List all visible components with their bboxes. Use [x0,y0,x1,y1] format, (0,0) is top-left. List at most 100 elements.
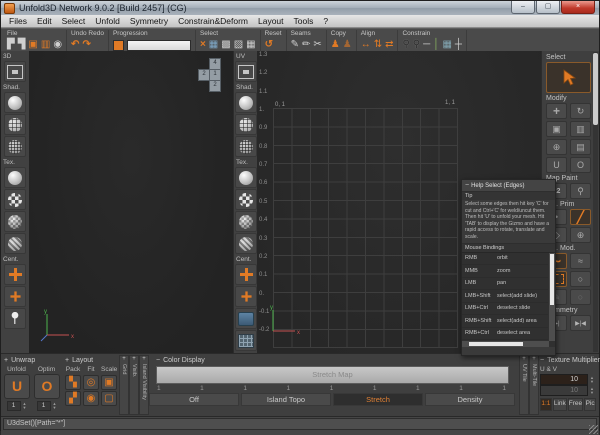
unfold-brush-icon[interactable]: U [546,157,567,173]
collapse-toggle[interactable]: − [540,357,544,364]
fit-icon[interactable]: ◎ [83,375,99,390]
align-v-icon[interactable]: ⇄ [385,39,393,51]
pins-display-icon[interactable] [4,308,26,329]
scale-down-icon[interactable]: ▢ [101,391,117,406]
close-button[interactable]: × [561,1,595,14]
constrain-horizontal-icon[interactable]: ─ [423,39,430,51]
menu-item-edit[interactable]: Edit [32,16,57,26]
reset-icon[interactable]: ↺ [265,39,273,51]
constrain-remove-icon[interactable]: ⚲ [413,39,420,51]
uv-texture-checker-sphere-icon[interactable] [235,211,257,232]
uv-3d-sync-icon[interactable] [235,308,257,329]
expand-toggle[interactable]: + [142,356,146,363]
shading-plain-icon[interactable] [4,92,26,113]
tex-mult-1-1[interactable]: 1:1 [540,398,552,411]
stepper-down-icon[interactable]: ▼ [590,380,596,384]
collapsed-panel-visib[interactable]: +Visib. [129,355,139,415]
lasso-select-icon[interactable]: ○ [570,271,591,287]
fence-constrain-icon[interactable]: ▥ [570,121,591,137]
texture-checker-icon[interactable] [4,189,26,210]
menu-item-constrain-deform[interactable]: Constrain&Deform [173,16,253,26]
expand-toggle[interactable]: + [132,356,136,363]
island-stamp-icon[interactable]: ▣ [546,121,567,137]
select-edges-icon[interactable]: ╱ [570,209,591,225]
color-mode-off[interactable]: Off [149,393,239,406]
parallel-loop-select-icon[interactable]: ≈ [570,253,591,269]
view-layout-button[interactable]: 2 [209,80,221,92]
select-keyboard-icon[interactable]: ▨ [234,39,243,51]
mirror-uv-icon[interactable]: ▶|◀ [570,315,591,331]
collapsed-panel-uv-tile[interactable]: +UV Tile [519,355,529,415]
shading-wireframe-icon[interactable] [4,114,26,135]
stop-icon[interactable] [113,40,124,51]
fit-view-icon[interactable] [4,61,26,82]
uv-shading-wireframe-icon[interactable] [235,114,257,135]
align-islands-icon[interactable]: ↔ [361,39,371,51]
undo-icon[interactable]: ↶ [71,39,79,51]
uv-center-selection-icon[interactable] [235,286,257,307]
uv-texture-none-icon[interactable] [235,167,257,188]
expand-toggle[interactable]: + [522,356,526,363]
constrain-box-icon[interactable]: ▦ [442,39,451,51]
select-tool-button[interactable] [546,62,591,93]
select-elements-icon[interactable]: ⊕ [570,227,591,243]
tex-mult-pic[interactable]: Pic [584,398,596,411]
expand-toggle[interactable]: + [4,357,8,364]
paste-uvs-icon[interactable]: ♟ [343,39,352,51]
circle-select-icon[interactable]: ○ [570,289,591,305]
stepper-arrows-icon[interactable]: ▲▼ [53,402,57,410]
expand-toggle[interactable]: + [122,356,126,363]
align-u-icon[interactable]: ⇅ [374,39,382,51]
draw-seam-icon[interactable]: ✎ [291,39,299,51]
select-all-islands-icon[interactable]: ▦ [246,39,255,51]
bindings-vertical-scrollbar[interactable] [549,253,555,341]
stretch-map-bar[interactable]: Stretch Map [156,366,509,384]
scrollbar-thumb[interactable] [593,53,598,125]
select-overlaps-icon[interactable]: ▩ [221,39,230,51]
unfold-iterations-stepper[interactable]: 1▲▼ [4,401,29,411]
erase-seam-icon[interactable]: ✏ [302,39,310,51]
collapsed-panel-multi-tile[interactable]: +Multi-Tile [529,355,539,415]
fit-alt-icon[interactable]: ◉ [83,391,99,406]
cut-seam-icon[interactable]: ✂ [313,39,321,51]
scale-up-icon[interactable]: ▣ [101,375,117,390]
optimize-iterations-stepper[interactable]: 1▲▼ [34,401,59,411]
center-world-icon[interactable] [4,264,26,285]
tex-mult-free[interactable]: Free [568,398,583,411]
color-mode-density[interactable]: Density [425,393,515,406]
bindings-horizontal-scrollbar[interactable] [462,341,549,347]
optimize-brush-icon[interactable]: O [570,157,591,173]
maximize-button[interactable]: ▢ [536,1,560,14]
uv-grid-display-icon[interactable] [235,330,257,351]
import-icon[interactable]: ▜ [18,39,26,51]
resize-grip-icon[interactable] [589,425,598,434]
deselect-all-icon[interactable]: × [200,39,206,51]
grid-project-icon[interactable]: ▤ [570,139,591,155]
menu-item-symmetry[interactable]: Symmetry [125,16,173,26]
texture-stripes-icon[interactable] [4,233,26,254]
collapse-toggle[interactable]: − [156,357,160,364]
shading-wire-shaded-icon[interactable] [4,136,26,157]
right-panel-scrollbar[interactable] [593,52,598,352]
pin-brush-icon[interactable]: ⚲ [570,183,591,199]
color-mode-stretch[interactable]: Stretch [333,393,423,406]
constrain-point-icon[interactable]: ⚲ [402,39,409,51]
viewport-3d[interactable]: 4212 y x [29,51,233,353]
uv-fit-view-icon[interactable] [235,61,257,82]
pack-icon[interactable]: ▚ [65,375,81,390]
open-icon[interactable]: ▛ [7,39,15,51]
optimize-button[interactable]: O [34,374,60,399]
center-selection-icon[interactable] [4,286,26,307]
move-tool-icon[interactable]: + [546,103,567,119]
menu-item-tools[interactable]: Tools [289,16,319,26]
texture-none-icon[interactable] [4,167,26,188]
menu-item-help[interactable]: ? [318,16,333,26]
constrain-cross-icon[interactable]: ┼ [455,39,462,51]
pack-alt-icon[interactable]: ▞ [65,391,81,406]
select-island-icon[interactable]: ▦ [209,39,218,51]
constrain-vertical-icon[interactable]: │ [433,39,439,51]
save-icon[interactable]: ▣ [28,39,37,51]
menu-item-layout[interactable]: Layout [253,16,289,26]
title-bar[interactable]: Unfold3D Network 9.0.2 [Build 2457] (CG)… [1,1,599,15]
u-multiplier-field[interactable]: 10 [540,374,588,385]
